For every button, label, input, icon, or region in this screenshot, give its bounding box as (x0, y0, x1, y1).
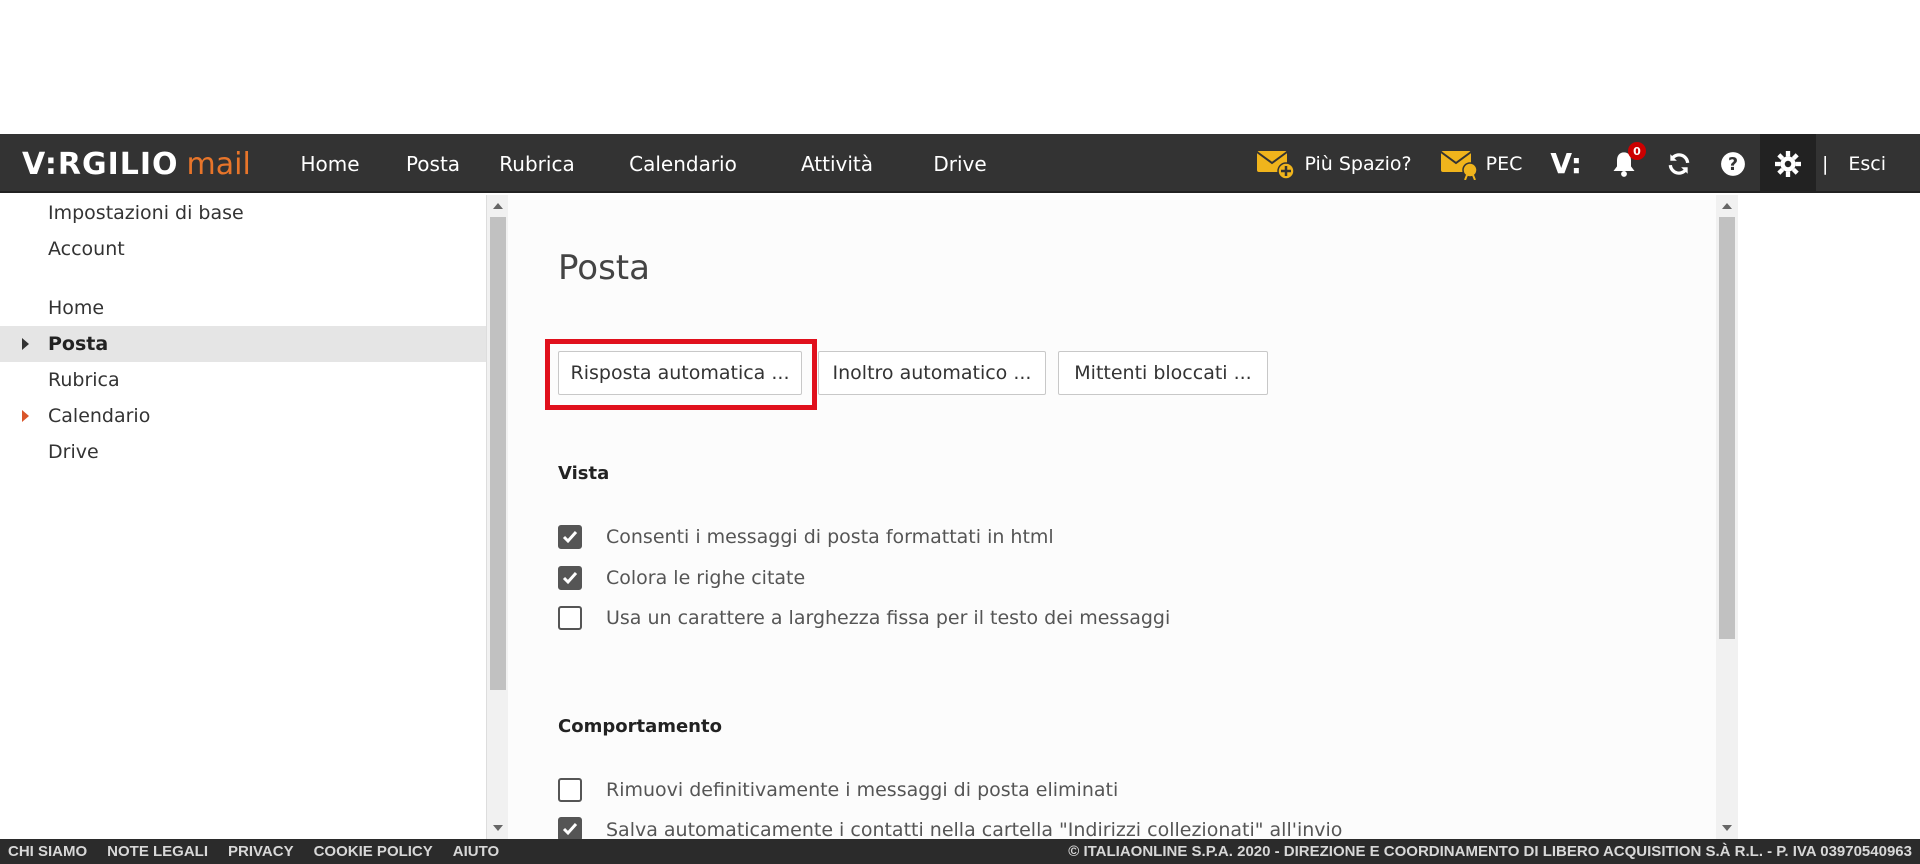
option-fixed-width-font[interactable]: Usa un carattere a larghezza fissa per i… (558, 603, 1170, 633)
gear-icon (1774, 150, 1801, 177)
settings-button[interactable] (1759, 134, 1816, 193)
sidebar-scrollbar[interactable] (486, 195, 508, 839)
sidebar-item-account[interactable]: Account (0, 231, 486, 267)
option-label: Rimuovi definitivamente i messaggi di po… (606, 779, 1119, 801)
scrollbar-thumb[interactable] (1719, 217, 1735, 639)
scroll-down-arrow-icon[interactable] (1722, 825, 1732, 831)
nav-home[interactable]: Home (270, 134, 390, 193)
checkbox-checked[interactable] (558, 566, 582, 590)
virgilio-v-icon: V: (1550, 147, 1582, 180)
settings-sidebar: Impostazioni di base Account Home Posta … (0, 195, 486, 839)
copyright-text: © ITALIAONLINE S.P.A. 2020 - DIREZIONE E… (1068, 843, 1912, 860)
checkbox-unchecked[interactable] (558, 606, 582, 630)
option-color-quoted[interactable]: Colora le righe citate (558, 563, 805, 593)
checkbox-unchecked[interactable] (558, 778, 582, 802)
refresh-icon (1666, 151, 1692, 177)
nav-posta[interactable]: Posta (390, 134, 476, 193)
logo-sub-text: mail (186, 146, 251, 182)
footer-link-note-legali[interactable]: NOTE LEGALI (107, 843, 208, 860)
auto-reply-button[interactable]: Risposta automatica ... (558, 351, 802, 395)
toolbar-right: Più Spazio? PEC V: 0 ? | Esci (1242, 134, 1920, 193)
footer-link-privacy[interactable]: PRIVACY (228, 843, 294, 860)
checkbox-checked[interactable] (558, 817, 582, 839)
scroll-up-arrow-icon[interactable] (493, 203, 503, 209)
pec-button[interactable]: PEC (1426, 134, 1537, 193)
option-html-messages[interactable]: Consenti i messaggi di posta formattati … (558, 522, 1054, 552)
footer: CHI SIAMO NOTE LEGALI PRIVACY COOKIE POL… (0, 839, 1920, 864)
option-label: Usa un carattere a larghezza fissa per i… (606, 607, 1171, 629)
check-icon (562, 572, 578, 585)
scroll-down-arrow-icon[interactable] (493, 825, 503, 831)
sidebar-item-posta[interactable]: Posta (0, 326, 486, 362)
option-label: Consenti i messaggi di posta formattati … (606, 526, 1054, 548)
footer-link-cookie-policy[interactable]: COOKIE POLICY (314, 843, 433, 860)
option-label: Colora le righe citate (606, 567, 806, 589)
section-title-vista: Vista (558, 463, 610, 484)
more-space-label: Più Spazio? (1304, 152, 1412, 175)
section-title-comportamento: Comportamento (558, 716, 722, 737)
virgilio-v-button[interactable]: V: (1536, 134, 1596, 193)
main-nav: Home Posta Rubrica Calendario Attività D… (270, 134, 1014, 193)
virgilio-logo[interactable]: V:RGILIO mail (22, 146, 251, 182)
nav-attivita[interactable]: Attività (768, 134, 906, 193)
option-save-contacts[interactable]: Salva automaticamente i contatti nella c… (558, 815, 1342, 839)
check-icon (562, 531, 578, 544)
more-space-button[interactable]: Più Spazio? (1242, 134, 1425, 193)
notifications-button[interactable]: 0 (1596, 134, 1652, 193)
sidebar-item-label: Calendario (48, 405, 151, 427)
content-scrollbar[interactable] (1716, 195, 1738, 839)
logo-main-text: V:RGILIO (22, 146, 179, 182)
footer-link-chi-siamo[interactable]: CHI SIAMO (8, 843, 87, 860)
footer-links: CHI SIAMO NOTE LEGALI PRIVACY COOKIE POL… (8, 843, 519, 860)
scroll-up-arrow-icon[interactable] (1722, 203, 1732, 209)
nav-rubrica[interactable]: Rubrica (476, 134, 598, 193)
refresh-button[interactable] (1652, 134, 1706, 193)
sidebar-item-home[interactable]: Home (0, 290, 486, 326)
sidebar-item-impostazioni-base[interactable]: Impostazioni di base (0, 195, 486, 231)
pec-label: PEC (1485, 152, 1523, 175)
nav-drive[interactable]: Drive (906, 134, 1014, 193)
option-delete-permanently[interactable]: Rimuovi definitivamente i messaggi di po… (558, 775, 1118, 805)
checkbox-checked[interactable] (558, 525, 582, 549)
auto-forward-button[interactable]: Inoltro automatico ... (818, 351, 1046, 395)
blocked-senders-button[interactable]: Mittenti bloccati ... (1058, 351, 1268, 395)
toolbar-separator: | (1821, 152, 1829, 175)
nav-calendario[interactable]: Calendario (598, 134, 768, 193)
scrollbar-thumb[interactable] (490, 217, 506, 690)
notification-badge: 0 (1627, 142, 1646, 160)
sidebar-item-label: Posta (48, 333, 109, 355)
envelope-plus-icon (1256, 148, 1296, 180)
sidebar-item-drive[interactable]: Drive (0, 434, 486, 470)
main-content (508, 195, 1738, 839)
sidebar-item-calendario[interactable]: Calendario (0, 398, 486, 434)
check-icon (562, 823, 578, 836)
question-icon: ? (1720, 151, 1746, 177)
svg-text:?: ? (1728, 154, 1738, 174)
option-label: Salva automaticamente i contatti nella c… (606, 819, 1343, 839)
sidebar-item-rubrica[interactable]: Rubrica (0, 362, 486, 398)
logout-link[interactable]: Esci (1834, 134, 1920, 193)
help-button[interactable]: ? (1706, 134, 1760, 193)
expand-arrow-icon[interactable] (22, 338, 29, 350)
expand-arrow-icon[interactable] (22, 410, 29, 422)
footer-link-aiuto[interactable]: AIUTO (453, 843, 499, 860)
envelope-certified-icon (1440, 148, 1480, 180)
top-navbar: V:RGILIO mail Home Posta Rubrica Calenda… (0, 134, 1920, 193)
page-title: Posta (558, 248, 650, 288)
